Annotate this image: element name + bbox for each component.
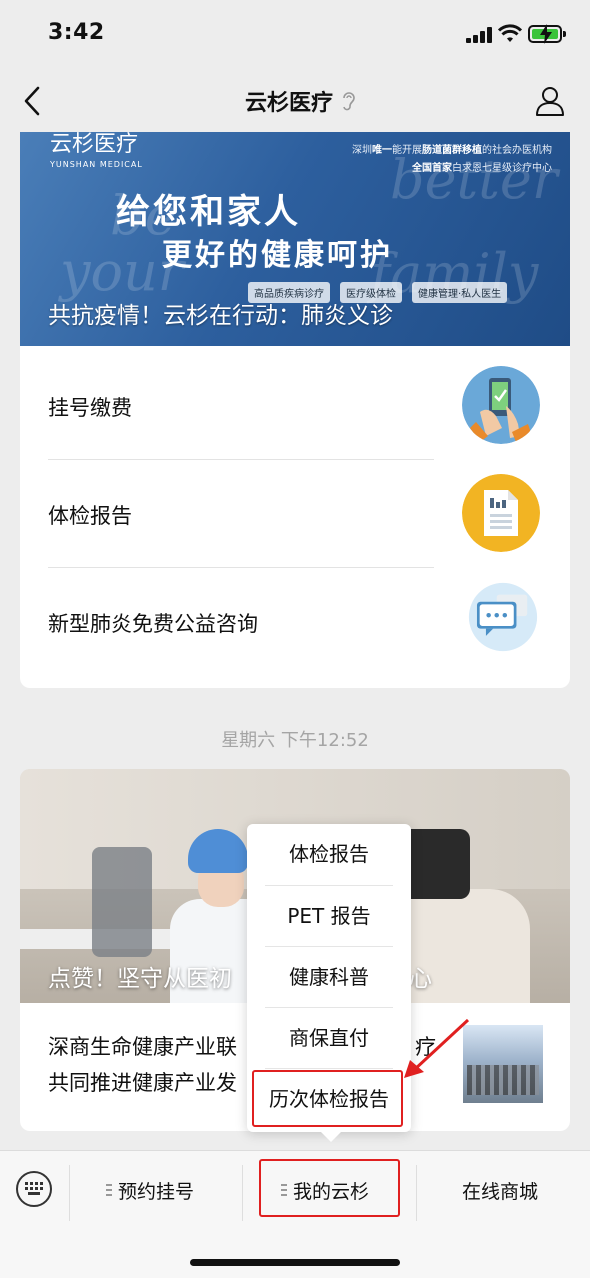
status-bar: 3:42 — [0, 0, 590, 70]
highlight-box — [259, 1159, 400, 1217]
banner-logo-sub: YUNSHAN MEDICAL — [50, 160, 143, 169]
nav-bar: 云杉医疗 — [0, 70, 590, 132]
tab-label: 预约挂号 — [118, 1180, 195, 1203]
banner-headline-2: 更好的健康呵护 — [162, 238, 393, 273]
menu-item-checkup-report[interactable]: 体检报告 — [20, 460, 570, 568]
menu-item-pneumonia-consult[interactable]: 新型肺炎免费公益咨询 — [20, 568, 570, 676]
article-thumbnail — [463, 1025, 543, 1103]
keyboard-icon — [25, 1182, 43, 1195]
banner-caption: 共抗疫情！云杉在行动：肺炎义诊 — [48, 303, 393, 329]
chat-bubble-icon — [468, 582, 538, 652]
tab-appointment[interactable]: 预约挂号 — [106, 1175, 194, 1205]
keyboard-toggle-button[interactable] — [16, 1171, 52, 1207]
banner-info-lines: 深圳唯一能开展肠道菌群移植的社会办医机构 全国首家白求恩七星级诊疗中心 — [352, 132, 552, 178]
menu-item-label: 新型肺炎免费公益咨询 — [48, 612, 258, 636]
page-title: 云杉医疗 — [245, 91, 334, 116]
ear-icon[interactable] — [341, 90, 355, 112]
banner-logo-text: 云杉医疗 — [50, 132, 139, 157]
menu-item-registration-payment[interactable]: 挂号缴费 — [20, 346, 570, 454]
battery-icon — [528, 24, 562, 44]
banner-logo: 云杉医疗 YUNSHAN MEDICAL — [50, 132, 143, 169]
nav-title-group: 云杉医疗 — [245, 85, 355, 117]
status-time: 3:42 — [48, 20, 105, 45]
message-timestamp: 星期六 下午12:52 — [221, 730, 369, 751]
report-document-icon — [462, 474, 540, 552]
home-indicator — [190, 1259, 400, 1266]
banner-tag: 健康管理·私人医生 — [412, 282, 508, 303]
popup-item-health-science[interactable]: 健康科普 — [247, 947, 411, 1008]
popup-item-checkup-report[interactable]: 体检报告 — [247, 824, 411, 885]
popup-item-insurance-direct-pay[interactable]: 商保直付 — [247, 1008, 411, 1069]
menu-item-label: 挂号缴费 — [48, 396, 132, 420]
wifi-icon — [498, 24, 522, 42]
banner-line-1: 深圳唯一能开展肠道菌群移植的社会办医机构 — [352, 145, 552, 156]
menu-lines-icon — [106, 1184, 112, 1196]
signal-icon — [466, 27, 494, 43]
highlight-box — [252, 1070, 403, 1127]
banner-line-2: 全国首家白求恩七星级诊疗中心 — [412, 163, 552, 174]
arrow-annotation-icon — [404, 1018, 470, 1078]
back-icon[interactable] — [18, 84, 48, 118]
popup-item-pet-report[interactable]: PET 报告 — [247, 886, 411, 947]
banner-card[interactable]: better be your family 云杉医疗 YUNSHAN MEDIC… — [20, 132, 570, 346]
banner-headline-1: 给您和家人 — [116, 192, 301, 232]
tab-label: 在线商城 — [462, 1180, 539, 1203]
user-profile-icon[interactable] — [534, 84, 566, 118]
menu-item-label: 体检报告 — [48, 504, 132, 528]
tab-online-mall[interactable]: 在线商城 — [462, 1175, 538, 1205]
phone-payment-icon — [462, 366, 540, 444]
service-menu-card: 挂号缴费 体检报告 新型肺炎免费公益咨询 — [20, 346, 570, 688]
